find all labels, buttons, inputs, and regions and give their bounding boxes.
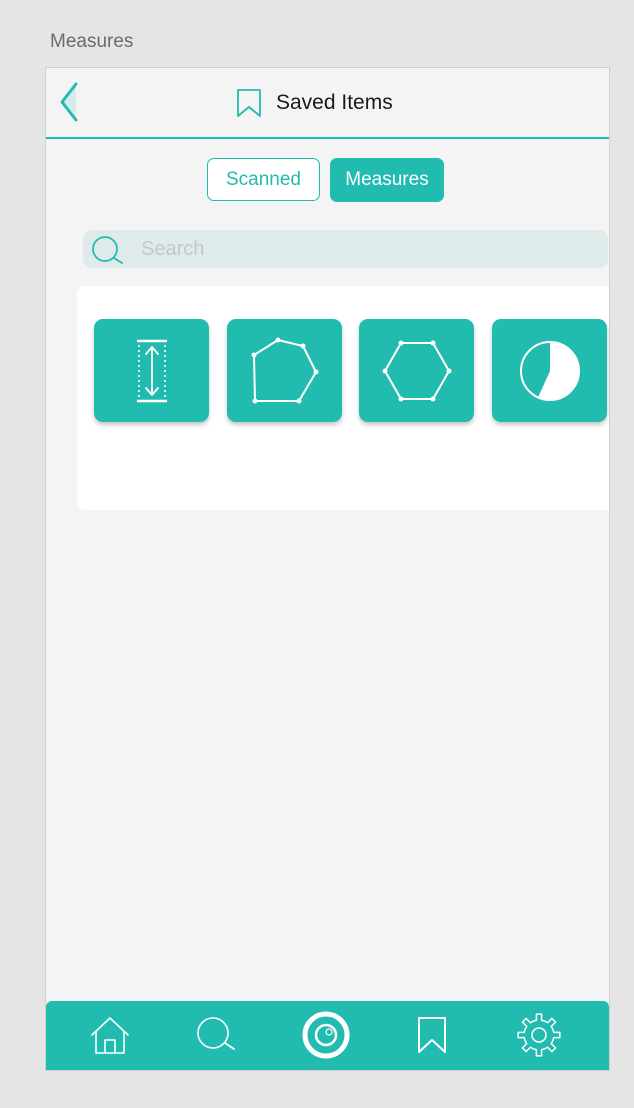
bookmark-icon <box>237 89 261 117</box>
tab-measures[interactable]: Measures <box>330 158 444 202</box>
measure-item-hexagon[interactable] <box>359 319 474 422</box>
pie-measure-icon <box>519 340 580 401</box>
back-button[interactable] <box>52 80 92 124</box>
nav-settings[interactable] <box>513 1009 565 1061</box>
home-icon <box>91 1017 129 1054</box>
header-bar: Saved Items <box>46 68 609 139</box>
hexagon-measure-icon <box>382 340 451 401</box>
bottom-nav-bar <box>46 1001 609 1070</box>
artboard-label: Measures <box>50 31 134 52</box>
measure-item-height[interactable] <box>94 319 209 422</box>
search-input[interactable] <box>141 230 581 268</box>
search-icon <box>197 1017 235 1050</box>
phone-screen: Saved Items Scanned Measures <box>45 67 610 1071</box>
heptagon-measure-icon <box>251 337 318 403</box>
chevron-left-icon <box>60 82 78 122</box>
bookmark-icon <box>418 1017 446 1053</box>
search-bar[interactable] <box>83 230 608 268</box>
search-icon <box>91 234 127 266</box>
tab-scanned[interactable]: Scanned <box>207 158 320 201</box>
height-measure-icon <box>136 339 167 402</box>
nav-camera[interactable] <box>300 1009 352 1061</box>
header-title-group: Saved Items <box>236 86 393 120</box>
page-title: Saved Items <box>276 91 393 114</box>
nav-search[interactable] <box>192 1009 244 1061</box>
measure-item-pie[interactable] <box>492 319 607 422</box>
nav-home[interactable] <box>84 1009 136 1061</box>
gear-icon <box>517 1013 561 1057</box>
nav-saved[interactable] <box>406 1009 458 1061</box>
measure-item-heptagon[interactable] <box>227 319 342 422</box>
camera-icon <box>302 1011 350 1059</box>
